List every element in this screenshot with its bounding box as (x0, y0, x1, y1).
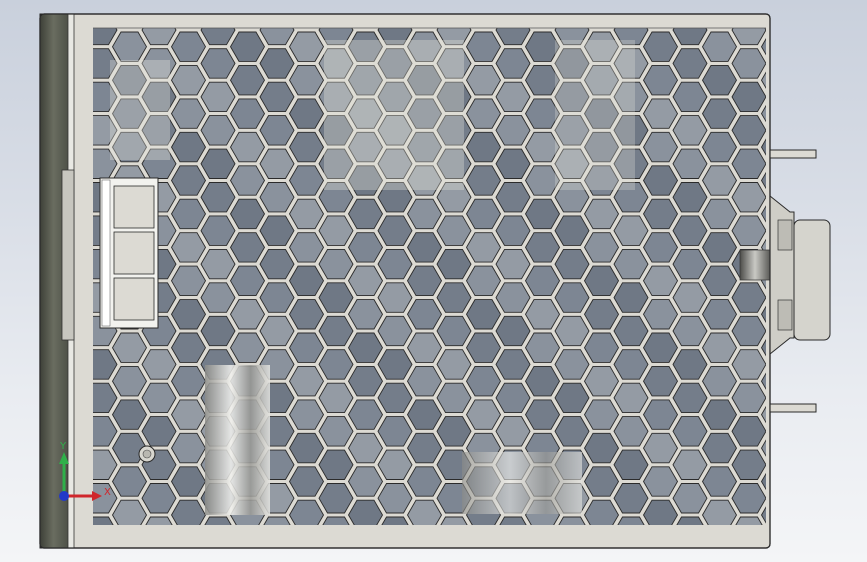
pcb-region (555, 40, 635, 190)
transformer (110, 60, 170, 160)
z-axis-dot (59, 491, 69, 501)
pcb-region (324, 40, 464, 190)
y-axis-label: Y (60, 441, 67, 452)
hex-mesh-enclosure-model (39, 13, 831, 549)
heatsink (462, 452, 582, 514)
y-axis-arrowhead (59, 452, 69, 464)
terminal-block (99, 177, 159, 329)
capacitor (205, 365, 270, 515)
cad-viewport[interactable]: Y X (0, 0, 867, 562)
left-latch (61, 169, 75, 341)
coordinate-triad: Y X (50, 438, 120, 508)
x-axis-label: X (104, 487, 111, 498)
x-axis-arrowhead (92, 491, 102, 501)
